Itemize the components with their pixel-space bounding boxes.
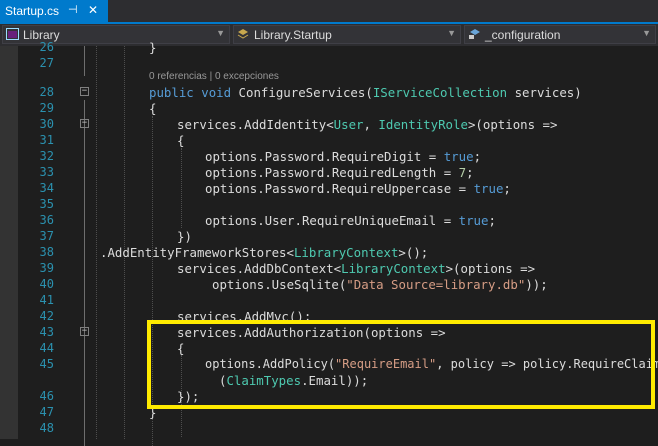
line-number: 40 [39, 277, 54, 291]
code-text: options.Password.RequireDigit = true; [205, 149, 482, 164]
line-number: 45 [39, 357, 54, 371]
code-text: services.AddDbContext<LibraryContext>(op… [177, 261, 536, 276]
line-number: 32 [39, 149, 54, 163]
code-line: 37 }) [0, 228, 658, 244]
code-text: public void ConfigureServices(IServiceCo… [149, 85, 582, 100]
collapse-icon[interactable]: − [80, 87, 89, 96]
code-line: 34 options.Password.RequireUppercase = t… [0, 180, 658, 196]
line-number: 44 [39, 341, 54, 355]
code-text: services.AddIdentity<User, IdentityRole>… [177, 117, 558, 132]
codelens-references[interactable]: 0 referencias | 0 excepciones [149, 71, 279, 82]
chevron-down-icon[interactable]: ▼ [447, 28, 456, 38]
line-number: 31 [39, 133, 54, 147]
line-number: 39 [39, 261, 54, 275]
code-line: 27 [0, 55, 658, 71]
code-text: options.User.RequireUniqueEmail = true; [205, 213, 496, 228]
code-line: 41 [0, 292, 658, 308]
code-line: 48 [0, 420, 658, 436]
line-number: 28 [39, 85, 54, 99]
collapse-icon[interactable]: − [80, 327, 89, 336]
line-number: 46 [39, 389, 54, 403]
line-number: 30 [39, 117, 54, 131]
line-number: 47 [39, 405, 54, 419]
line-number: 42 [39, 309, 54, 323]
code-text: { [177, 133, 185, 148]
code-text: { [149, 101, 157, 116]
code-text: }) [177, 229, 192, 244]
pin-icon[interactable]: ⊣ [68, 3, 78, 16]
code-line: 33 options.Password.RequiredLength = 7; [0, 164, 658, 180]
code-line: 39 services.AddDbContext<LibraryContext>… [0, 260, 658, 276]
code-editor[interactable]: 0 referencias | 0 excepciones 26 } 27 28… [0, 40, 658, 446]
close-icon[interactable]: ✕ [88, 3, 98, 17]
line-number: 29 [39, 101, 54, 115]
line-number: 35 [39, 197, 54, 211]
code-line: 29 { [0, 100, 658, 116]
code-line: 35 [0, 196, 658, 212]
code-text: } [149, 40, 157, 55]
code-line: 36 options.User.RequireUniqueEmail = tru… [0, 212, 658, 228]
code-line: 26 } [0, 39, 658, 55]
line-number: 36 [39, 213, 54, 227]
line-number: 38 [39, 245, 54, 259]
line-number: 43 [39, 325, 54, 339]
code-line: 31 { [0, 132, 658, 148]
code-text: options.UseSqlite("Data Source=library.d… [212, 277, 548, 292]
line-number: 48 [39, 421, 54, 435]
code-line: 40 options.UseSqlite("Data Source=librar… [0, 276, 658, 292]
code-line: 38 .AddEntityFrameworkStores<LibraryCont… [0, 244, 658, 260]
line-number: 41 [39, 293, 54, 307]
tab-startup-cs[interactable]: Startup.cs ⊣ ✕ [0, 0, 108, 22]
code-text: .AddEntityFrameworkStores<LibraryContext… [100, 245, 429, 260]
code-line: 30 − services.AddIdentity<User, Identity… [0, 116, 658, 132]
document-tab-bar: Startup.cs ⊣ ✕ [0, 0, 658, 24]
chevron-down-icon[interactable]: ▼ [216, 28, 225, 38]
code-text: options.Password.RequireUppercase = true… [205, 181, 511, 196]
line-number: 27 [39, 56, 54, 70]
chevron-down-icon[interactable]: ▼ [642, 28, 651, 38]
line-number: 26 [39, 40, 54, 54]
collapse-icon[interactable]: − [80, 119, 89, 128]
line-number: 34 [39, 181, 54, 195]
line-number: 37 [39, 229, 54, 243]
line-number: 33 [39, 165, 54, 179]
code-line: 28 − public void ConfigureServices(IServ… [0, 84, 658, 100]
tab-title: Startup.cs [5, 4, 60, 18]
highlight-box [147, 320, 655, 409]
code-line: 32 options.Password.RequireDigit = true; [0, 148, 658, 164]
code-text: options.Password.RequiredLength = 7; [205, 165, 474, 180]
